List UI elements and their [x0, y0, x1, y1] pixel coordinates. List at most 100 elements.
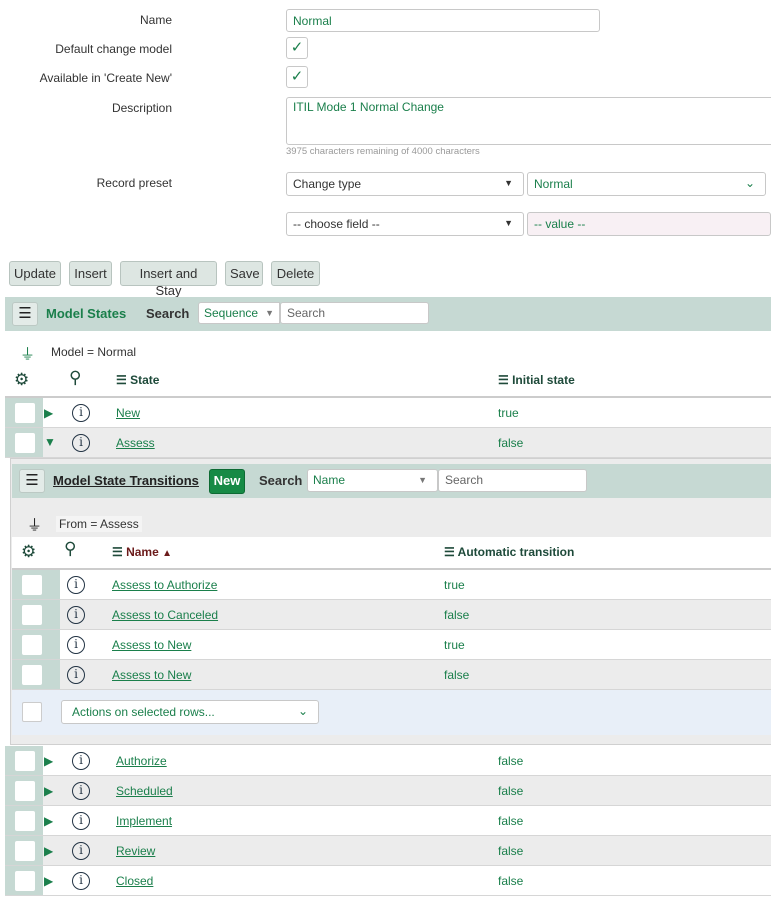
- preset-field-select[interactable]: Change type ▼: [286, 172, 524, 196]
- search-icon[interactable]: ⚲: [69, 368, 81, 388]
- search-icon[interactable]: ⚲: [64, 539, 76, 559]
- state-link[interactable]: Closed: [116, 874, 153, 888]
- state-link[interactable]: Assess: [116, 436, 155, 450]
- expand-arrow-icon[interactable]: ▶: [44, 844, 53, 858]
- char-counter: 3975 characters remaining of 4000 charac…: [286, 146, 480, 157]
- transitions-title[interactable]: Model State Transitions: [53, 473, 199, 488]
- table-row: ▶ i Scheduled false: [5, 776, 771, 806]
- table-row: ▶ i Authorize false: [5, 746, 771, 776]
- default-change-model-label: Default change model: [55, 42, 172, 56]
- row-checkbox[interactable]: [15, 871, 35, 891]
- row-checkbox[interactable]: [15, 781, 35, 801]
- filter-icon[interactable]: ⏚: [27, 514, 42, 535]
- hamburger-menu-icon[interactable]: ☰: [12, 302, 38, 326]
- filter-breadcrumb[interactable]: From = Assess: [56, 516, 142, 532]
- initial-state-value: true: [498, 406, 519, 420]
- expand-arrow-icon[interactable]: ▶: [44, 814, 53, 828]
- choose-field-select[interactable]: -- choose field -- ▼: [286, 212, 524, 236]
- record-preset-label: Record preset: [96, 176, 172, 190]
- initial-state-value: false: [498, 874, 524, 888]
- state-link[interactable]: Implement: [116, 814, 172, 828]
- initial-state-value: false: [498, 814, 524, 828]
- value-input[interactable]: -- value --: [527, 212, 771, 236]
- search-input[interactable]: Search: [280, 302, 429, 324]
- state-link[interactable]: Authorize: [116, 754, 167, 768]
- available-create-new-label: Available in 'Create New': [39, 71, 172, 85]
- row-checkbox[interactable]: [22, 635, 42, 655]
- column-automatic-transition[interactable]: ☰ Automatic transition: [444, 545, 574, 559]
- description-textarea[interactable]: ITIL Mode 1 Normal Change: [286, 97, 771, 145]
- search-field-select[interactable]: Name ▼: [307, 469, 438, 492]
- transition-link[interactable]: Assess to New: [112, 668, 191, 682]
- state-link[interactable]: Scheduled: [116, 784, 173, 798]
- row-checkbox[interactable]: [22, 605, 42, 625]
- search-input[interactable]: Search: [438, 469, 587, 492]
- expand-arrow-icon[interactable]: ▶: [44, 784, 53, 798]
- info-icon[interactable]: i: [67, 576, 85, 594]
- filter-breadcrumb[interactable]: Model = Normal: [51, 345, 136, 359]
- preset-value-select[interactable]: Normal ⌄: [527, 172, 766, 196]
- caret-down-icon: ▼: [418, 475, 427, 485]
- row-checkbox[interactable]: [15, 751, 35, 771]
- select-all-checkbox[interactable]: [22, 702, 42, 722]
- info-icon[interactable]: i: [72, 812, 90, 830]
- save-button[interactable]: Save: [225, 261, 263, 286]
- info-icon[interactable]: i: [67, 666, 85, 684]
- filter-icon[interactable]: ⏚: [20, 343, 35, 364]
- delete-button[interactable]: Delete: [271, 261, 320, 286]
- column-state[interactable]: ☰ State: [116, 373, 159, 387]
- row-checkbox[interactable]: [15, 841, 35, 861]
- automatic-transition-value: true: [444, 578, 465, 592]
- info-icon[interactable]: i: [72, 404, 90, 422]
- initial-state-value: false: [498, 784, 524, 798]
- actions-select[interactable]: Actions on selected rows... ⌄: [61, 700, 319, 724]
- row-checkbox[interactable]: [15, 811, 35, 831]
- gear-icon[interactable]: ⚙: [14, 370, 29, 390]
- choose-field-value: -- choose field --: [293, 217, 380, 231]
- expand-arrow-icon[interactable]: ▶: [44, 406, 53, 420]
- name-label: Name: [139, 13, 172, 27]
- caret-down-icon: ▼: [504, 178, 513, 188]
- table-row: ▶ i New true: [5, 398, 771, 428]
- actions-row: Actions on selected rows... ⌄: [12, 690, 771, 735]
- caret-down-icon: ▼: [265, 308, 274, 318]
- info-icon[interactable]: i: [72, 434, 90, 452]
- info-icon[interactable]: i: [72, 782, 90, 800]
- search-field-select[interactable]: Sequence ▼: [198, 302, 280, 324]
- column-name-label: Name: [126, 545, 159, 559]
- row-checkbox[interactable]: [15, 403, 35, 423]
- chevron-down-icon: ⌄: [297, 704, 308, 718]
- insert-and-stay-button[interactable]: Insert and Stay: [120, 261, 217, 298]
- info-icon[interactable]: i: [67, 606, 85, 624]
- column-automatic-transition-label: Automatic transition: [457, 545, 575, 559]
- info-icon[interactable]: i: [72, 752, 90, 770]
- transition-link[interactable]: Assess to Authorize: [112, 578, 217, 592]
- state-link[interactable]: Review: [116, 844, 155, 858]
- name-input[interactable]: Normal: [286, 9, 600, 32]
- collapse-arrow-icon[interactable]: ▼: [44, 435, 56, 449]
- hamburger-menu-icon[interactable]: ☰: [19, 469, 45, 493]
- default-change-model-checkbox[interactable]: ✓: [286, 37, 308, 59]
- available-create-new-checkbox[interactable]: ✓: [286, 66, 308, 88]
- table-row: i Assess to New false: [12, 660, 771, 690]
- table-row: i Assess to New true: [12, 630, 771, 660]
- column-initial-state[interactable]: ☰ Initial state: [498, 373, 575, 387]
- table-row: ▼ i Assess false: [5, 428, 771, 458]
- state-link[interactable]: New: [116, 406, 140, 420]
- info-icon[interactable]: i: [72, 872, 90, 890]
- gear-icon[interactable]: ⚙: [21, 542, 36, 562]
- column-name[interactable]: ☰ Name ▲: [112, 545, 172, 559]
- row-checkbox[interactable]: [15, 433, 35, 453]
- update-button[interactable]: Update: [9, 261, 61, 286]
- row-checkbox[interactable]: [22, 575, 42, 595]
- expand-arrow-icon[interactable]: ▶: [44, 754, 53, 768]
- info-icon[interactable]: i: [72, 842, 90, 860]
- transition-link[interactable]: Assess to New: [112, 638, 191, 652]
- automatic-transition-value: false: [444, 608, 470, 622]
- new-button[interactable]: New: [209, 469, 245, 494]
- insert-button[interactable]: Insert: [69, 261, 112, 286]
- transition-link[interactable]: Assess to Canceled: [112, 608, 218, 622]
- expand-arrow-icon[interactable]: ▶: [44, 874, 53, 888]
- info-icon[interactable]: i: [67, 636, 85, 654]
- row-checkbox[interactable]: [22, 665, 42, 685]
